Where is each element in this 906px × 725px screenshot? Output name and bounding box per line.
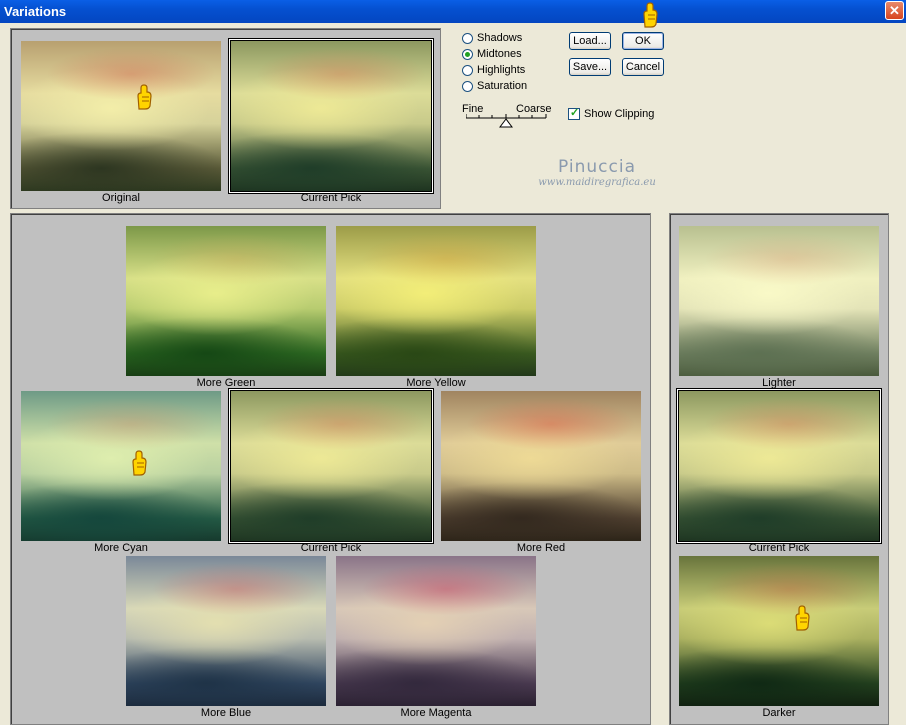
- original-thumbnail[interactable]: [21, 41, 221, 191]
- close-icon: ✕: [889, 2, 900, 18]
- more-yellow-caption: More Yellow: [406, 377, 466, 389]
- radio-circle: [462, 80, 473, 92]
- radio-circle: [462, 64, 473, 76]
- watermark-name: Pinuccia: [558, 157, 636, 177]
- darker-caption: Darker: [762, 707, 796, 719]
- more-blue-thumbnail[interactable]: [126, 556, 326, 706]
- radio-label: Shadows: [477, 32, 523, 44]
- current-pick-thumbnail-top[interactable]: [230, 40, 432, 192]
- window-title: Variations: [4, 4, 67, 19]
- title-bar: Variations ✕: [0, 0, 906, 23]
- lighter-thumbnail[interactable]: [679, 226, 879, 376]
- more-cyan-thumbnail[interactable]: [21, 391, 221, 541]
- more-yellow-thumbnail[interactable]: [336, 226, 536, 376]
- cancel-button[interactable]: Cancel: [622, 58, 664, 76]
- radio-shadows[interactable]: Shadows: [462, 32, 522, 44]
- load-button[interactable]: Load...: [569, 32, 611, 50]
- more-red-caption: More Red: [516, 542, 566, 554]
- radio-highlights[interactable]: Highlights: [462, 64, 525, 76]
- more-red-thumbnail[interactable]: [441, 391, 641, 541]
- checkmark-icon: [568, 106, 580, 120]
- radio-circle: [462, 32, 473, 44]
- slider-triangle-icon: [499, 118, 513, 128]
- radio-saturation[interactable]: Saturation: [462, 80, 527, 92]
- more-green-thumbnail[interactable]: [126, 226, 326, 376]
- close-button[interactable]: ✕: [885, 1, 904, 20]
- current-pick-caption-color: Current Pick: [300, 542, 362, 554]
- lighter-caption: Lighter: [762, 377, 796, 389]
- radio-midtones[interactable]: Midtones: [462, 48, 522, 60]
- radio-label: Midtones: [477, 48, 522, 60]
- show-clipping-label: Show Clipping: [584, 108, 655, 120]
- current-pick-thumbnail-color[interactable]: [230, 390, 432, 542]
- more-blue-caption: More Blue: [200, 707, 252, 719]
- radio-circle-selected: [462, 48, 473, 60]
- more-magenta-thumbnail[interactable]: [336, 556, 536, 706]
- darker-thumbnail[interactable]: [679, 556, 879, 706]
- show-clipping-checkbox[interactable]: Show Clipping: [568, 106, 655, 120]
- original-caption: Original: [102, 192, 140, 204]
- current-pick-caption-brightness: Current Pick: [748, 542, 810, 554]
- save-button[interactable]: Save...: [569, 58, 611, 76]
- watermark-url: www.maidiregrafica.eu: [538, 177, 656, 188]
- radio-label: Saturation: [477, 80, 528, 92]
- fine-coarse-slider[interactable]: [466, 114, 550, 130]
- radio-label: Highlights: [477, 64, 526, 76]
- current-pick-thumbnail-brightness[interactable]: [678, 390, 880, 542]
- current-pick-caption-top: Current Pick: [300, 192, 362, 204]
- more-magenta-caption: More Magenta: [400, 707, 472, 719]
- ok-button[interactable]: OK: [622, 32, 664, 50]
- watermark: Pinuccia www.maidiregrafica.eu: [532, 157, 662, 188]
- more-cyan-caption: More Cyan: [94, 542, 148, 554]
- more-green-caption: More Green: [196, 377, 256, 389]
